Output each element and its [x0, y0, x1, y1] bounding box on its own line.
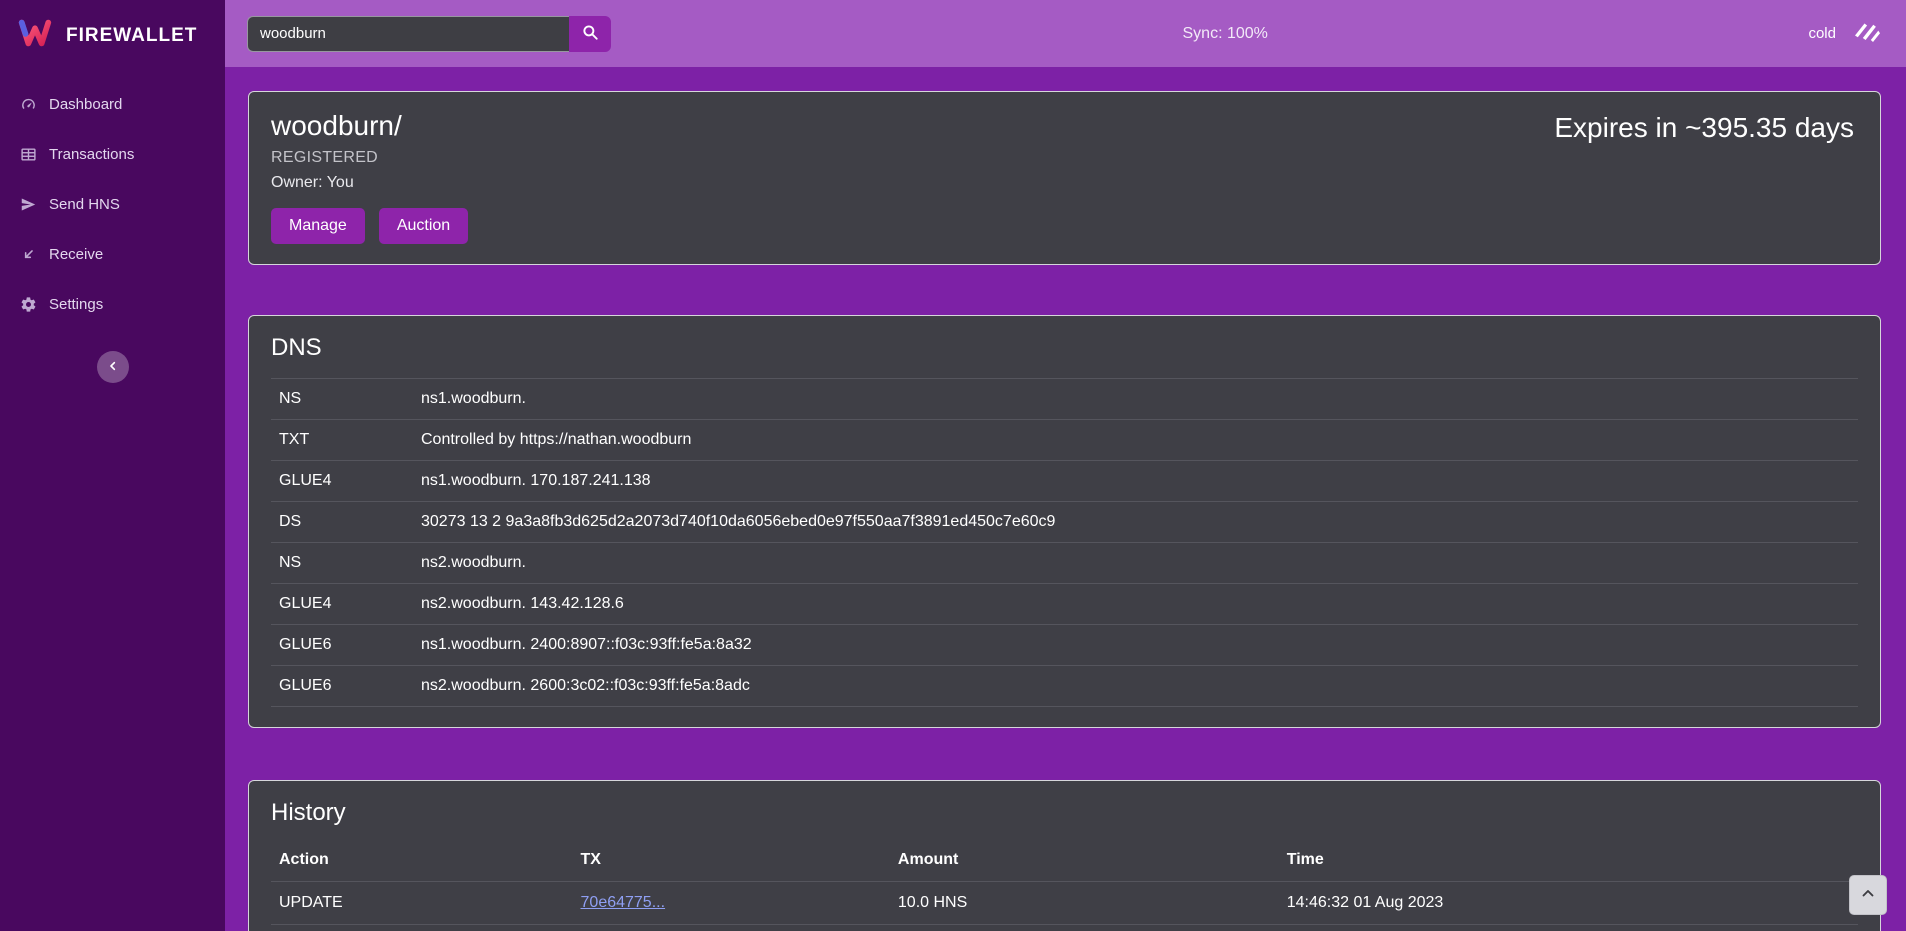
- history-column-tx: TX: [573, 843, 890, 882]
- receive-icon: [19, 245, 37, 263]
- app-title: FIREWALLET: [66, 25, 197, 47]
- dns-record-row: GLUE6 ns2.woodburn. 2600:3c02::f03c:93ff…: [271, 666, 1858, 707]
- search-input[interactable]: [247, 16, 569, 52]
- history-table: ActionTXAmountTime UPDATE 70e64775... 10…: [271, 843, 1858, 931]
- dns-record-row: GLUE4 ns1.woodburn. 170.187.241.138: [271, 461, 1858, 502]
- domain-expiry: Expires in ~395.35 days: [1554, 112, 1854, 144]
- sidebar-item-transactions[interactable]: Transactions: [0, 129, 225, 179]
- manage-button[interactable]: Manage: [271, 208, 365, 244]
- dns-record-row: GLUE6 ns1.woodburn. 2400:8907::f03c:93ff…: [271, 625, 1858, 666]
- history-column-action: Action: [271, 843, 573, 882]
- app-logo[interactable]: FIREWALLET: [0, 0, 225, 71]
- topbar: Sync: 100% cold: [225, 0, 1906, 67]
- dns-record-value: ns1.woodburn. 170.187.241.138: [413, 461, 1858, 502]
- domain-owner: Owner: You: [271, 174, 468, 192]
- handshake-icon: [1848, 13, 1884, 54]
- dashboard-icon: [19, 95, 37, 113]
- sidebar: FIREWALLET Dashboard Transactions Send H…: [0, 0, 225, 931]
- dns-record-value: Controlled by https://nathan.woodburn: [413, 420, 1858, 461]
- dns-record-row: GLUE4 ns2.woodburn. 143.42.128.6: [271, 584, 1858, 625]
- dns-record-type: GLUE6: [271, 666, 413, 707]
- dns-record-type: DS: [271, 502, 413, 543]
- dns-title: DNS: [271, 334, 1858, 362]
- dns-record-type: TXT: [271, 420, 413, 461]
- settings-icon: [19, 295, 37, 313]
- history-time: 15:17:36 07 Feb 2023: [1279, 925, 1858, 931]
- history-card: History ActionTXAmountTime UPDATE 70e647…: [248, 780, 1881, 931]
- table-row: RENEW d73c5e3... 10.0 HNS 15:17:36 07 Fe…: [271, 925, 1858, 931]
- history-header-row: ActionTXAmountTime: [271, 843, 1858, 882]
- main-content: woodburn/ REGISTERED Owner: You Manage A…: [225, 67, 1906, 931]
- history-column-amount: Amount: [890, 843, 1279, 882]
- history-amount: 10.0 HNS: [890, 882, 1279, 925]
- history-action: UPDATE: [271, 882, 573, 925]
- tx-link[interactable]: 70e64775...: [581, 894, 666, 911]
- domain-status: REGISTERED: [271, 149, 468, 167]
- transactions-icon: [19, 145, 37, 163]
- wallet-mode-indicator: cold: [1808, 13, 1884, 54]
- chevron-up-icon: [1859, 885, 1877, 906]
- sync-status: Sync: 100%: [1182, 25, 1267, 43]
- dns-record-type: GLUE6: [271, 625, 413, 666]
- scroll-to-top-button[interactable]: [1849, 875, 1887, 915]
- dns-record-type: GLUE4: [271, 584, 413, 625]
- dns-record-row: NS ns1.woodburn.: [271, 379, 1858, 420]
- dns-record-type: GLUE4: [271, 461, 413, 502]
- wallet-mode-label: cold: [1808, 25, 1836, 42]
- search-icon: [581, 23, 599, 44]
- dns-record-type: NS: [271, 379, 413, 420]
- dns-record-value: 30273 13 2 9a3a8fb3d625d2a2073d740f10da6…: [413, 502, 1858, 543]
- search-button[interactable]: [569, 16, 611, 52]
- history-time: 14:46:32 01 Aug 2023: [1279, 882, 1858, 925]
- auction-button[interactable]: Auction: [379, 208, 468, 244]
- dns-record-value: ns2.woodburn. 2600:3c02::f03c:93ff:fe5a:…: [413, 666, 1858, 707]
- firewallet-logo-icon: [16, 14, 54, 57]
- history-amount: 10.0 HNS: [890, 925, 1279, 931]
- sidebar-collapse-button[interactable]: [97, 351, 129, 383]
- sidebar-nav: Dashboard Transactions Send HNS Receive …: [0, 79, 225, 329]
- table-row: UPDATE 70e64775... 10.0 HNS 14:46:32 01 …: [271, 882, 1858, 925]
- dns-record-value: ns1.woodburn. 2400:8907::f03c:93ff:fe5a:…: [413, 625, 1858, 666]
- domain-card: woodburn/ REGISTERED Owner: You Manage A…: [248, 91, 1881, 265]
- dns-table: NS ns1.woodburn. TXT Controlled by https…: [271, 378, 1858, 707]
- search-bar: [247, 16, 611, 52]
- chevron-left-icon: [105, 358, 121, 377]
- dns-record-value: ns1.woodburn.: [413, 379, 1858, 420]
- history-title: History: [271, 799, 1858, 827]
- send-icon: [19, 195, 37, 213]
- dns-card: DNS NS ns1.woodburn. TXT Controlled by h…: [248, 315, 1881, 728]
- dns-record-row: TXT Controlled by https://nathan.woodbur…: [271, 420, 1858, 461]
- history-column-time: Time: [1279, 843, 1858, 882]
- dns-record-row: NS ns2.woodburn.: [271, 543, 1858, 584]
- sidebar-item-settings[interactable]: Settings: [0, 279, 225, 329]
- dns-record-value: ns2.woodburn. 143.42.128.6: [413, 584, 1858, 625]
- domain-title: woodburn/: [271, 110, 468, 142]
- sidebar-item-receive[interactable]: Receive: [0, 229, 225, 279]
- dns-record-type: NS: [271, 543, 413, 584]
- history-action: RENEW: [271, 925, 573, 931]
- sidebar-item-send-hns[interactable]: Send HNS: [0, 179, 225, 229]
- dns-record-row: DS 30273 13 2 9a3a8fb3d625d2a2073d740f10…: [271, 502, 1858, 543]
- sidebar-item-dashboard[interactable]: Dashboard: [0, 79, 225, 129]
- dns-record-value: ns2.woodburn.: [413, 543, 1858, 584]
